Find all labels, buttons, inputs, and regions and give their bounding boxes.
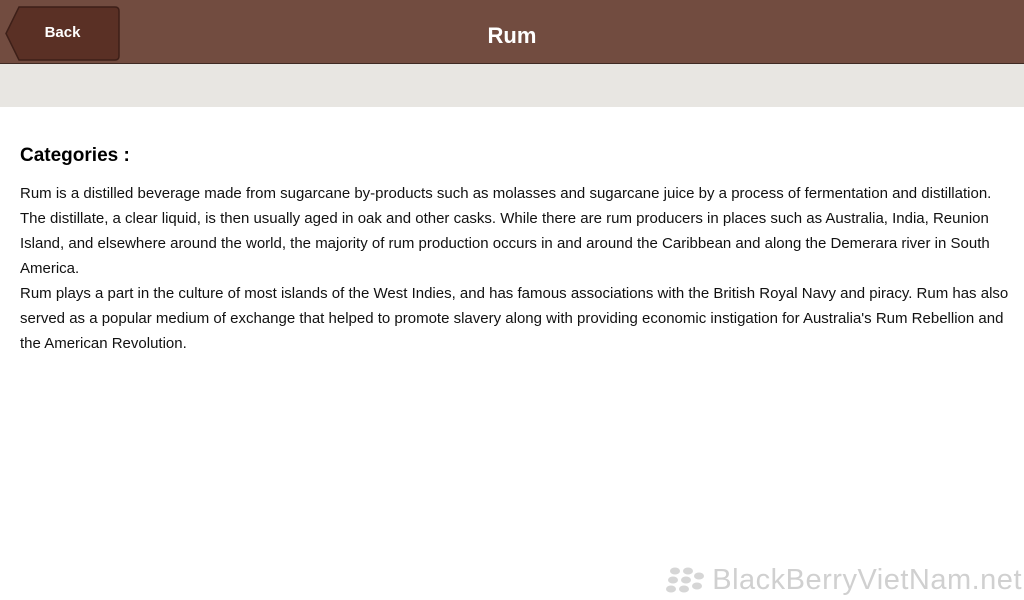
sub-toolbar [0, 64, 1024, 107]
description-paragraph-2: Rum plays a part in the culture of most … [20, 285, 1009, 352]
categories-heading: Categories : [20, 145, 130, 166]
page-title: Rum [487, 23, 537, 48]
watermark: BlackBerryVietNam.net [666, 562, 1022, 598]
back-button[interactable]: Back [5, 6, 120, 61]
blackberry-logo-icon [666, 567, 705, 593]
content-area: Categories : Rum is a distilled beverage… [20, 145, 1010, 356]
back-button-label: Back [44, 24, 81, 41]
title-bar: Back Rum [0, 0, 1024, 64]
watermark-text: BlackBerryVietNam.net [712, 563, 1022, 596]
description-paragraph-1: Rum is a distilled beverage made from su… [20, 185, 992, 277]
